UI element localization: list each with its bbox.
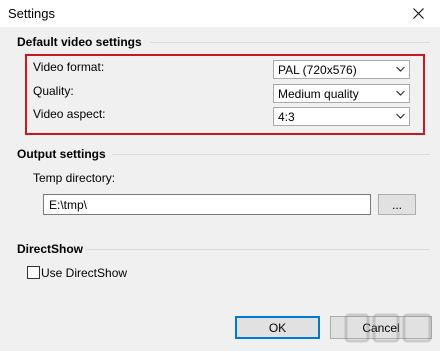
video-group-title: Default video settings — [17, 35, 142, 49]
temp-directory-input[interactable]: E:\tmp\ — [43, 194, 371, 215]
group-divider — [150, 42, 430, 43]
group-divider — [112, 154, 430, 155]
settings-dialog: Settings Default video settings Video fo… — [0, 0, 440, 351]
temp-directory-value: E:\tmp\ — [49, 198, 88, 212]
output-group-title: Output settings — [17, 147, 106, 161]
watermark-logo — [344, 313, 432, 343]
group-divider — [86, 249, 430, 250]
title-bar: Settings — [0, 0, 440, 27]
highlight-box — [25, 54, 425, 135]
close-icon — [412, 8, 424, 19]
ok-button[interactable]: OK — [235, 316, 320, 339]
use-directshow-label[interactable]: Use DirectShow — [41, 266, 127, 280]
directshow-group-title: DirectShow — [17, 242, 84, 256]
use-directshow-checkbox[interactable] — [27, 266, 40, 279]
browse-button[interactable]: ... — [378, 194, 416, 215]
temp-directory-label: Temp directory: — [33, 171, 116, 185]
close-button[interactable] — [396, 0, 440, 27]
window-title: Settings — [8, 6, 55, 21]
